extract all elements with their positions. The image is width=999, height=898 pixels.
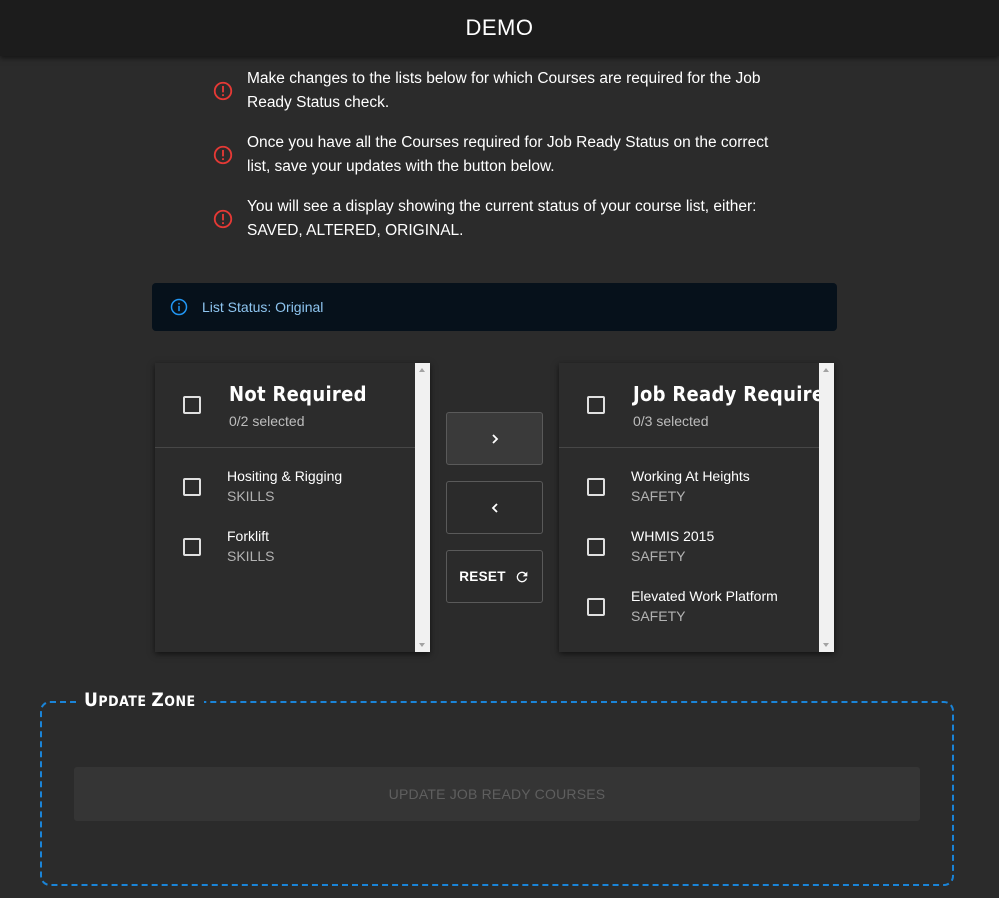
list-title: Job Ready Required — [633, 382, 834, 406]
app-bar: DEMO — [0, 0, 999, 56]
list-item[interactable]: Elevated Work Platform SAFETY — [559, 583, 819, 643]
course-category: SAFETY — [631, 548, 686, 564]
selected-count: 0/3 selected — [633, 413, 709, 429]
alert-circle-icon — [213, 209, 233, 229]
reset-label: RESET — [459, 569, 506, 584]
list-title: Not Required — [229, 382, 367, 406]
job-ready-required-list: Job Ready Required 0/3 selected Working … — [559, 363, 834, 652]
scroll-up-arrow-icon[interactable] — [419, 368, 425, 372]
item-checkbox[interactable] — [183, 478, 201, 496]
course-name: Forklift — [227, 528, 269, 544]
course-name: Hositing & Rigging — [227, 468, 343, 484]
course-category: SAFETY — [631, 608, 686, 624]
course-name: Working At Heights — [631, 468, 750, 484]
update-button-label: UPDATE JOB READY COURSES — [388, 786, 606, 802]
course-category: SKILLS — [227, 548, 275, 564]
move-left-button[interactable] — [446, 481, 543, 534]
not-required-list: Not Required 0/2 selected Hositing & Rig… — [155, 363, 430, 652]
instruction-text: Once you have all the Courses required f… — [247, 134, 769, 175]
chevron-right-icon — [491, 433, 498, 444]
scroll-up-arrow-icon[interactable] — [823, 368, 829, 372]
list-header: Not Required 0/2 selected — [155, 363, 430, 448]
instruction-text: Make changes to the lists below for whic… — [247, 70, 761, 111]
select-all-checkbox[interactable] — [587, 396, 605, 414]
reset-button[interactable]: RESET — [446, 550, 543, 603]
move-right-button[interactable] — [446, 412, 543, 465]
app-title: DEMO — [465, 15, 534, 40]
item-checkbox[interactable] — [587, 538, 605, 556]
instruction-text: You will see a display showing the curre… — [247, 198, 757, 239]
scroll-down-arrow-icon[interactable] — [823, 643, 829, 647]
instruction-item: Once you have all the Courses required f… — [212, 131, 792, 179]
refresh-icon — [516, 571, 528, 582]
alert-circle-icon — [213, 81, 233, 101]
scrollbar[interactable] — [819, 363, 834, 652]
list-item[interactable]: Hositing & Rigging SKILLS — [155, 463, 415, 523]
list-item[interactable]: WHMIS 2015 SAFETY — [559, 523, 819, 583]
list-header: Job Ready Required 0/3 selected — [559, 363, 834, 448]
list-status-alert: List Status: Original — [152, 283, 837, 331]
list-item[interactable]: Working At Heights SAFETY — [559, 463, 819, 523]
scroll-down-arrow-icon[interactable] — [419, 643, 425, 647]
course-category: SKILLS — [227, 488, 275, 504]
instructions: Make changes to the lists below for whic… — [212, 67, 792, 259]
course-category: SAFETY — [631, 488, 686, 504]
instruction-item: You will see a display showing the curre… — [212, 195, 792, 243]
instruction-item: Make changes to the lists below for whic… — [212, 67, 792, 115]
course-name: WHMIS 2015 — [631, 528, 715, 544]
update-job-ready-courses-button[interactable]: UPDATE JOB READY COURSES — [74, 767, 920, 821]
info-icon — [170, 298, 188, 316]
item-checkbox[interactable] — [183, 538, 201, 556]
item-checkbox[interactable] — [587, 478, 605, 496]
update-zone: UPDATE ZONE UPDATE JOB READY COURSES — [40, 689, 954, 886]
update-zone-legend: UPDATE ZONE — [76, 689, 204, 711]
list-status-text: List Status: Original — [202, 299, 324, 315]
scrollbar[interactable] — [415, 363, 430, 652]
alert-circle-icon — [213, 145, 233, 165]
selected-count: 0/2 selected — [229, 413, 305, 429]
chevron-left-icon — [491, 502, 498, 513]
course-name: Elevated Work Platform — [631, 588, 778, 604]
item-checkbox[interactable] — [587, 598, 605, 616]
list-item[interactable]: Forklift SKILLS — [155, 523, 415, 583]
select-all-checkbox[interactable] — [183, 396, 201, 414]
